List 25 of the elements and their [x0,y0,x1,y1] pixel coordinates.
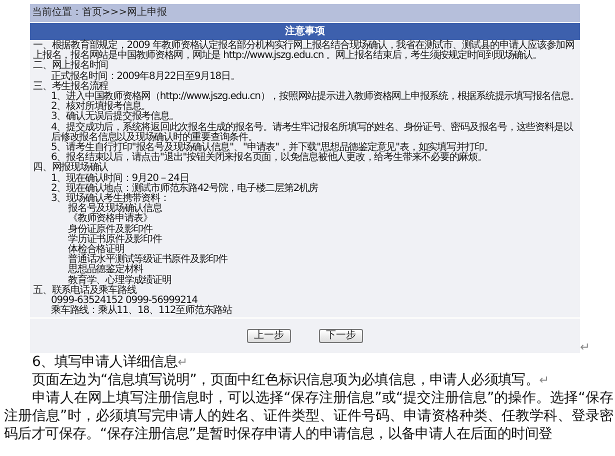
section-heading: 6、填写申请人详细信息 [32,354,178,370]
paragraph: 页面左边为“信息填写说明”，页面中红色标识信息项为必填信息，申请人必须填写。 [32,372,540,388]
step-button[interactable]: 上一步 [247,329,291,344]
notice-line: 正式报名时间：2009年8月22日至9月18日。 [50,72,241,82]
notice-line: 身份证原件及影印件 [67,224,153,235]
notice-line: 1、现在确认时间：9月20－24日 [50,174,189,184]
notice-line: 学历证书原件及影印件 [67,234,164,245]
notice-line: 二、网上报名时间 [33,61,110,72]
notice-line: 三、考生报名流程 [33,82,108,92]
paragraph-mark: ↵ [539,373,549,388]
paragraph: 申请人在网上填写注册信息时，可以选择“保存注册信息”或“提交注册信息”的操作。选择“保存注册信息”时，必须填写完申请人的姓名、证件类型、证件号码、申请资格种类、任教学科、登录密码后才可保存。“保存注册信息”是暂时保存申请人的申请信息，以备申请人在后面的时间登 [4,390,613,442]
breadcrumb: 当前位置：首页>>>网上申报 [30,4,580,22]
notice-line: 思想品德鉴定材料 [67,265,144,276]
notice-line: 四、网报现场确认 [33,163,108,174]
paragraph-mark: ↵ [580,341,590,354]
paragraph-mark: ↵ [178,355,188,370]
notice-line: 2、现在确认地点：测试市师范东路42号院，电子楼二层第2机房 [50,184,319,194]
notice-line: 《教师资格申请表》 [67,214,152,224]
notice-line: 五、联系电话及乘车路线 [33,286,136,296]
notice-line: 3、确认无误后提交报考信息。 [50,112,179,122]
step-button[interactable]: 下一步 [319,329,363,344]
notice-line: 教育学、心理学成绩证明 [68,276,172,286]
notice-line: 乘车路线：乘从11、18、112至师范东路站 [50,306,234,316]
notice-title: 注意事项 [30,23,580,40]
notice-line: 4、提交成功后，系统将返回此次报名生成的报名号。请考生牢记报名所填写的姓名、身份证号、密码及报名号，这些资料是以后修改报名信息以及现场确认时的重要查询条件。 [50,122,574,143]
